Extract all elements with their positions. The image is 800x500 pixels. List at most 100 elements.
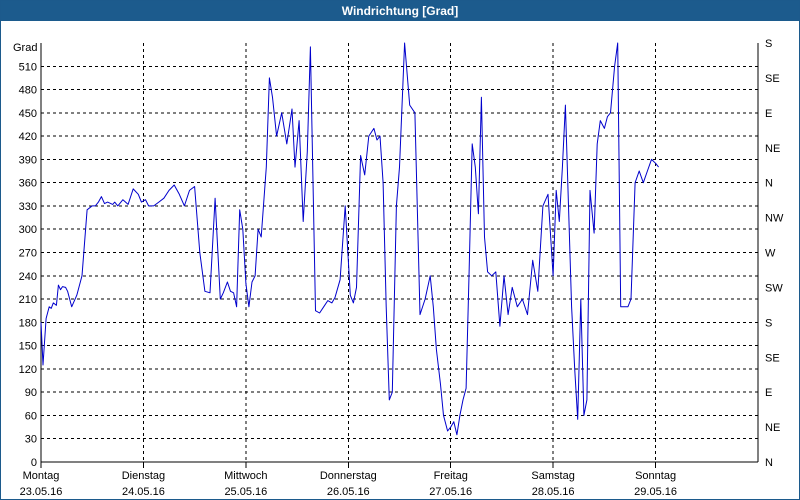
- data-point: [219, 298, 221, 300]
- data-point: [158, 201, 160, 203]
- data-point: [480, 96, 482, 98]
- data-point: [40, 321, 42, 323]
- data-point: [242, 228, 244, 230]
- data-point: [459, 414, 461, 416]
- data-point: [429, 275, 431, 277]
- wind-direction-line: [40, 42, 659, 436]
- data-point: [153, 205, 155, 207]
- data-point: [61, 285, 63, 287]
- data-point: [580, 298, 582, 300]
- data-point: [260, 236, 262, 238]
- data-point: [532, 259, 534, 261]
- right-tick-label: S: [765, 317, 772, 329]
- data-point: [382, 182, 384, 184]
- data-point: [419, 313, 421, 315]
- data-point: [521, 298, 523, 300]
- data-point: [52, 302, 54, 304]
- data-point: [630, 298, 632, 300]
- data-point: [574, 368, 576, 370]
- data-point: [679, 1, 681, 2]
- data-point: [137, 193, 139, 195]
- data-point: [687, 1, 689, 2]
- data-point: [439, 383, 441, 385]
- data-point: [627, 306, 629, 308]
- data-point: [711, 1, 713, 2]
- data-point: [558, 220, 560, 222]
- data-point: [542, 205, 544, 207]
- data-point: [606, 116, 608, 118]
- data-point: [424, 298, 426, 300]
- y-tick-label: 120: [19, 364, 37, 376]
- wind-direction-chart: Grad 0 30 60 90 120 150 180 210 240 270 300 330 360 3…: [13, 1, 784, 498]
- data-point: [271, 96, 273, 98]
- y-tick-label: 240: [19, 271, 37, 283]
- data-point: [620, 306, 622, 308]
- data-point: [199, 251, 201, 253]
- data-point: [734, 1, 736, 2]
- data-point: [373, 127, 375, 129]
- data-point: [302, 220, 304, 222]
- data-point: [468, 267, 470, 269]
- data-point: [726, 1, 728, 2]
- data-point: [491, 275, 493, 277]
- data-point: [683, 1, 685, 2]
- data-point: [355, 286, 357, 288]
- x-tick-date: 23.05.16: [20, 486, 63, 498]
- y-tick-label: 390: [19, 154, 37, 166]
- data-point: [331, 302, 333, 304]
- data-point: [286, 143, 288, 145]
- data-point: [188, 189, 190, 191]
- x-tick-date: 29.05.16: [634, 486, 677, 498]
- data-point: [646, 170, 648, 172]
- data-point: [334, 296, 336, 298]
- data-point: [474, 166, 476, 168]
- x-tick-date: 26.05.16: [327, 486, 370, 498]
- y-tick-label: 60: [25, 410, 37, 422]
- right-tick-label: SE: [765, 352, 780, 364]
- data-point: [147, 205, 149, 207]
- x-tick-weekday: Montag: [23, 470, 60, 482]
- data-point: [275, 135, 277, 137]
- data-point: [704, 1, 706, 2]
- data-point: [81, 275, 83, 277]
- data-point: [114, 201, 116, 203]
- data-point: [757, 1, 759, 2]
- right-tick-label: NE: [765, 143, 780, 155]
- data-point: [209, 292, 211, 294]
- data-point: [446, 430, 448, 432]
- data-point: [173, 184, 175, 186]
- data-point: [127, 203, 129, 205]
- y-tick-label: 210: [19, 294, 37, 306]
- data-point: [465, 387, 467, 389]
- data-point: [743, 1, 745, 2]
- data-point: [547, 193, 549, 195]
- x-tick-weekday: Donnerstag: [320, 470, 377, 482]
- data-point: [232, 292, 234, 294]
- y-tick-label: 30: [25, 434, 37, 446]
- data-point: [64, 286, 66, 288]
- data-point: [395, 205, 397, 207]
- data-point: [453, 421, 455, 423]
- y-tick-label: 270: [19, 248, 37, 260]
- y-tick-label: 150: [19, 341, 37, 353]
- data-point: [552, 275, 554, 277]
- data-point: [268, 77, 270, 79]
- data-point: [229, 290, 231, 292]
- y-tick-label: 480: [19, 85, 37, 97]
- data-point: [589, 189, 591, 191]
- data-point: [50, 307, 52, 309]
- data-point: [204, 290, 206, 292]
- data-point: [327, 299, 329, 301]
- data-point: [344, 205, 346, 207]
- data-point: [235, 306, 237, 308]
- data-point: [483, 236, 485, 238]
- data-point: [132, 188, 134, 190]
- x-tick-date: 28.05.16: [532, 486, 575, 498]
- data-point: [144, 199, 146, 201]
- data-point: [666, 1, 668, 2]
- data-point: [471, 143, 473, 145]
- data-point: [516, 306, 518, 308]
- data-point: [251, 281, 253, 283]
- data-point: [442, 414, 444, 416]
- tick-labels: 0 30 60 90 120 150 180 210 240 270 300 330 360 390 420…: [19, 38, 784, 498]
